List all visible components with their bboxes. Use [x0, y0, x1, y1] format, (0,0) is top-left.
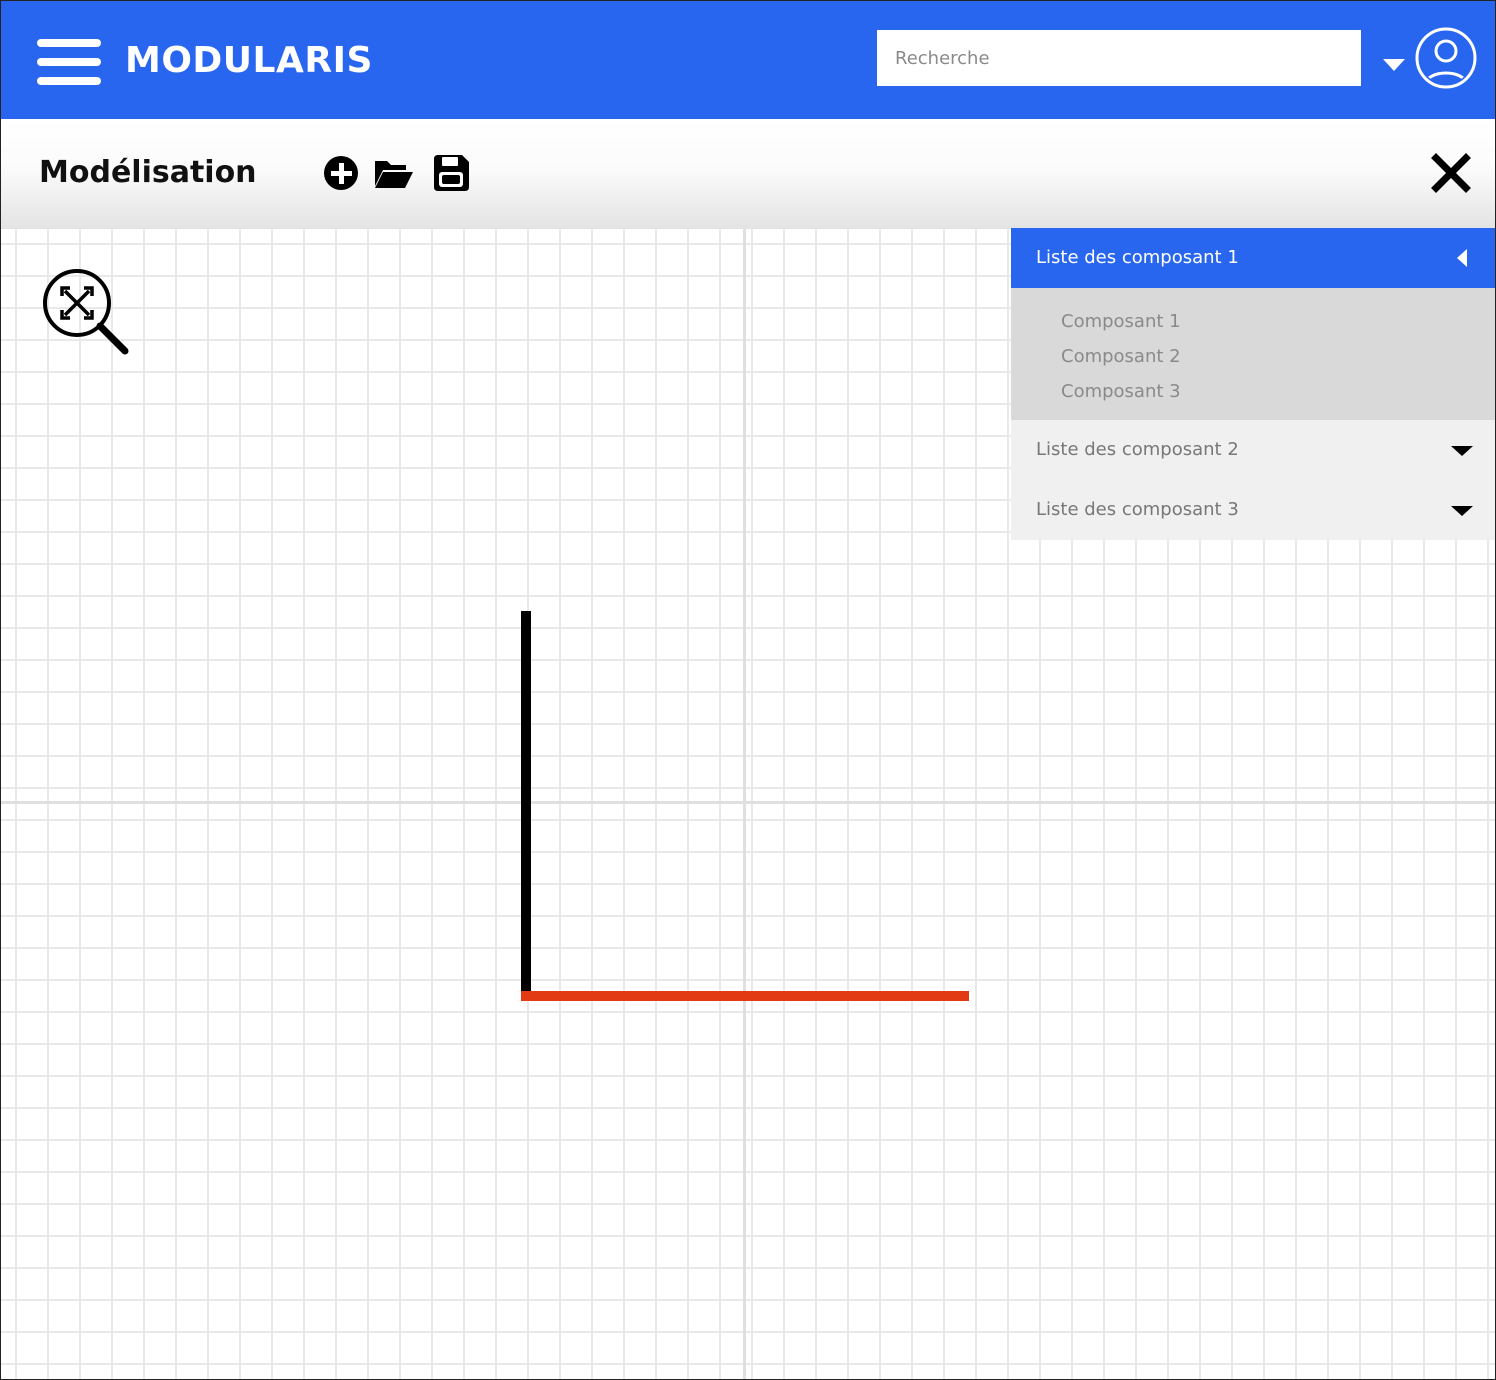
page-title: Modélisation — [39, 155, 257, 190]
accordion-header-list-1[interactable]: Liste des composant 1 — [1011, 228, 1495, 288]
accordion-header-label: Liste des composant 1 — [1036, 247, 1239, 268]
plus-circle-icon[interactable] — [321, 153, 361, 193]
canvas-horizontal-axis — [1, 801, 1495, 804]
component-item[interactable]: Composant 3 — [1011, 374, 1495, 409]
component-item[interactable]: Composant 2 — [1011, 339, 1495, 374]
accordion-header-list-3[interactable]: Liste des composant 3 — [1011, 480, 1495, 540]
zoom-fit-icon[interactable] — [41, 267, 131, 357]
component-item[interactable]: Composant 1 — [1011, 304, 1495, 339]
close-icon[interactable] — [1431, 153, 1471, 193]
app-brand: MODULARIS — [125, 40, 373, 81]
app-window: MODULARIS Modélisation — [0, 0, 1496, 1380]
user-avatar-icon[interactable] — [1415, 27, 1477, 89]
canvas-vertical-axis — [743, 229, 746, 1379]
collapse-left-icon — [1457, 249, 1467, 267]
accordion-header-label: Liste des composant 3 — [1036, 499, 1239, 520]
components-panel: Liste des composant 1 Composant 1 Compos… — [1011, 228, 1495, 540]
top-app-bar: MODULARIS — [1, 1, 1495, 119]
search-input[interactable] — [877, 30, 1361, 86]
hamburger-menu-icon[interactable] — [37, 39, 101, 85]
wall-segment-vertical[interactable] — [521, 611, 531, 997]
accordion-header-label: Liste des composant 2 — [1036, 439, 1239, 460]
chevron-down-icon — [1451, 446, 1473, 456]
user-menu-caret-icon[interactable] — [1383, 59, 1405, 71]
accordion-body-list-1: Composant 1 Composant 2 Composant 3 — [1011, 288, 1495, 420]
wall-segment-horizontal-selected[interactable] — [521, 991, 969, 1001]
chevron-down-icon — [1451, 506, 1473, 516]
accordion-header-list-2[interactable]: Liste des composant 2 — [1011, 420, 1495, 480]
folder-open-icon[interactable] — [373, 153, 413, 193]
floppy-disk-icon[interactable] — [431, 153, 471, 193]
